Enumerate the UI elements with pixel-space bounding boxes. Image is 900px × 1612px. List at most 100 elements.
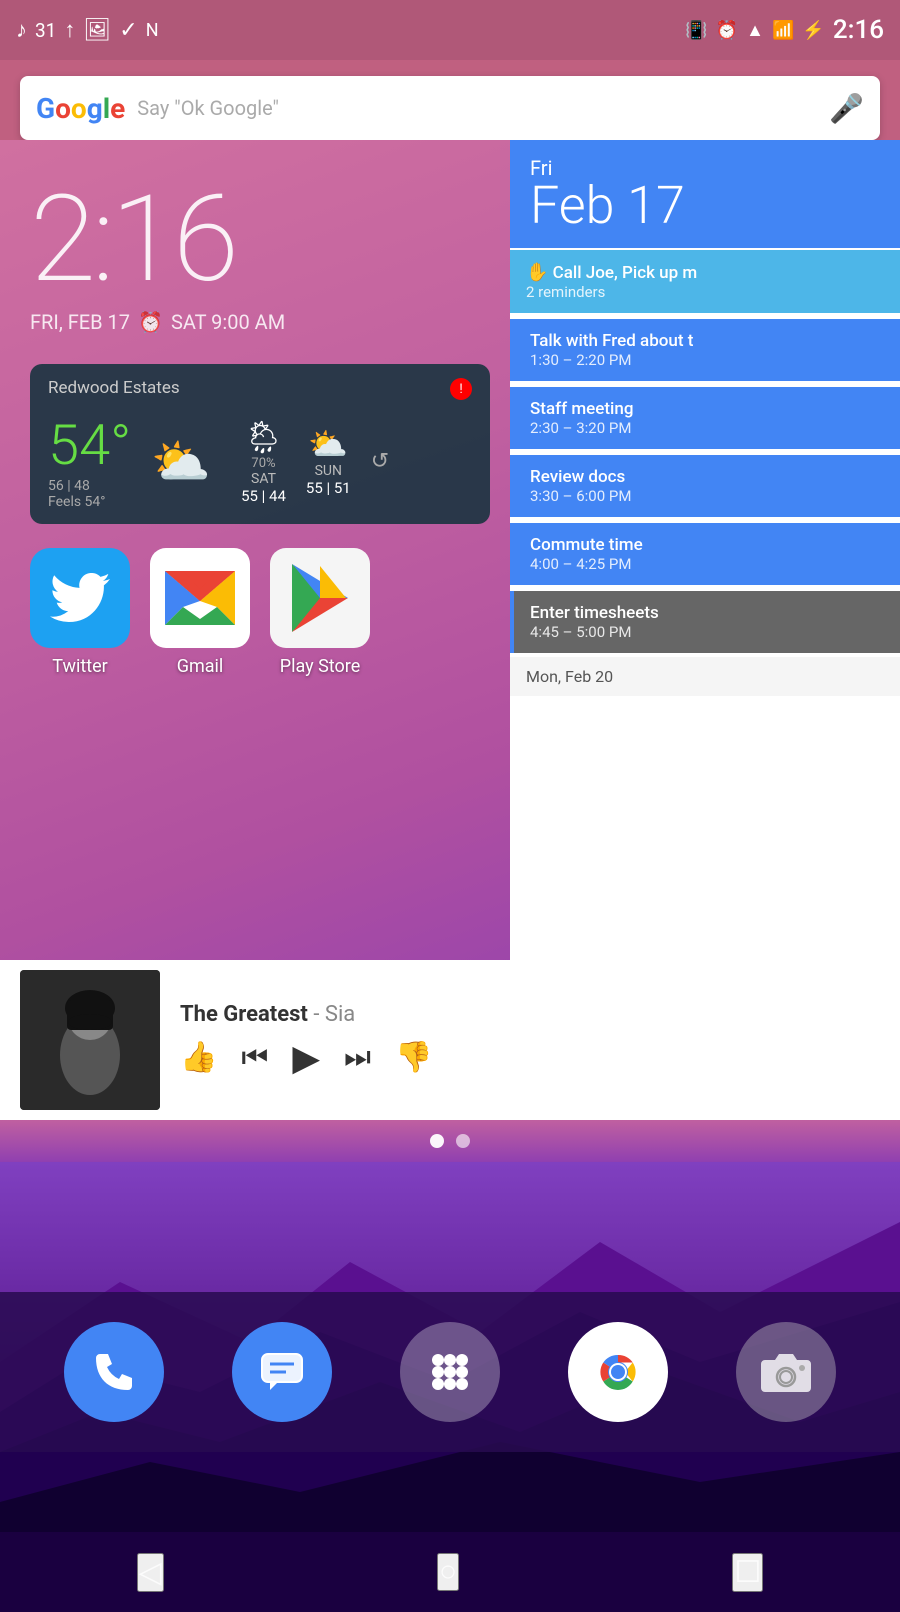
sat-temps: 55 | 44 — [241, 487, 286, 505]
gmail-app[interactable]: Gmail — [150, 548, 250, 677]
page-dot-2 — [456, 1134, 470, 1148]
bottom-section — [0, 1162, 900, 1532]
upload-icon: ↑ — [64, 17, 75, 43]
cal-event-2-time: 2:30 – 3:20 PM — [530, 419, 884, 437]
thumbs-up-button[interactable]: 👍 — [180, 1040, 217, 1075]
status-icons-left: ♪ 31 ↑ 🖼 ✓ N — [16, 17, 159, 43]
alarm-clock-icon: ⏰ — [138, 310, 163, 334]
dock-messages-button[interactable] — [232, 1322, 332, 1422]
cal-event-5-title: Enter timesheets — [530, 603, 884, 623]
main-area: 2:16 FRI, FEB 17 ⏰ SAT 9:00 AM Redwood E… — [0, 140, 900, 960]
cal-event-4[interactable]: Commute time 4:00 – 4:25 PM — [510, 523, 900, 585]
album-art-image — [20, 970, 160, 1110]
playstore-label: Play Store — [280, 656, 361, 677]
music-title: The Greatest — [180, 1002, 308, 1027]
weather-hilo: 56 | 48 — [48, 478, 131, 494]
cal-event-3-time: 3:30 – 6:00 PM — [530, 487, 884, 505]
dock-apps-button[interactable] — [400, 1322, 500, 1422]
gmail-icon[interactable] — [150, 548, 250, 648]
cal-event-5-time: 4:45 – 5:00 PM — [530, 623, 884, 641]
cal-event-2-title: Staff meeting — [530, 399, 884, 419]
recents-button[interactable]: ☐ — [732, 1553, 763, 1592]
left-panel: 2:16 FRI, FEB 17 ⏰ SAT 9:00 AM Redwood E… — [0, 140, 510, 960]
calendar-header: Fri Feb 17 — [510, 140, 900, 248]
search-bar[interactable]: Google Say "Ok Google" 🎤 — [20, 76, 880, 140]
cal-event-0-title: ✋ Call Joe, Pick up m — [526, 262, 884, 283]
sun-temps: 55 | 51 — [306, 479, 351, 497]
play-button[interactable]: ▶ — [292, 1037, 320, 1079]
task-icon: ✓ — [119, 18, 137, 43]
status-bar: ♪ 31 ↑ 🖼 ✓ N 📳 ⏰ ▲ 📶 ⚡ 2:16 — [0, 0, 900, 60]
dock-chrome-button[interactable] — [568, 1322, 668, 1422]
calendar-icon: 31 — [35, 19, 56, 42]
dock — [0, 1292, 900, 1452]
weather-alert-badge: ! — [450, 378, 472, 400]
next-track-button[interactable]: ⏭ — [344, 1041, 371, 1075]
today-weather-icon: ⛅ — [151, 433, 211, 490]
sat-percent: 70% — [241, 456, 286, 471]
music-dash: - — [313, 1002, 325, 1027]
alarm-icon: ⏰ — [716, 20, 738, 41]
cal-event-4-time: 4:00 – 4:25 PM — [530, 555, 884, 573]
calendar-panel: Fri Feb 17 ✋ Call Joe, Pick up m 2 remin… — [510, 140, 900, 960]
music-controls: 👍 ⏮ ▶ ⏭ 👎 — [180, 1037, 880, 1079]
music-icon: ♪ — [16, 17, 27, 43]
cal-event-0[interactable]: ✋ Call Joe, Pick up m 2 reminders — [510, 250, 900, 313]
alarm-text: SAT 9:00 AM — [171, 310, 285, 334]
app-row: Twitter Gmail — [30, 548, 490, 677]
cal-next-label: Mon, Feb 20 — [510, 657, 900, 696]
prev-track-button[interactable]: ⏮ — [241, 1041, 268, 1075]
sat-label: SAT — [241, 471, 286, 487]
cal-event-2[interactable]: Staff meeting 2:30 – 3:20 PM — [510, 387, 900, 449]
cal-date: Feb 17 — [530, 180, 880, 232]
playstore-app[interactable]: Play Store — [270, 548, 370, 677]
wifi-icon: ▲ — [746, 20, 764, 41]
nav-bar: ◁ ○ ☐ — [0, 1532, 900, 1612]
cal-event-4-title: Commute time — [530, 535, 884, 555]
search-placeholder: Say "Ok Google" — [137, 96, 829, 120]
signal-icon: N — [146, 20, 159, 41]
status-time: 2:16 — [833, 15, 884, 45]
weather-widget: Redwood Estates ! 54° 56 | 48 Feels 54° … — [30, 364, 490, 524]
home-button[interactable]: ○ — [437, 1553, 459, 1591]
refresh-icon[interactable]: ↺ — [371, 449, 389, 474]
twitter-icon[interactable] — [30, 548, 130, 648]
thumbs-down-button[interactable]: 👎 — [395, 1040, 432, 1075]
music-artist: Sia — [325, 1002, 355, 1027]
music-player: The Greatest - Sia 👍 ⏮ ▶ ⏭ 👎 — [0, 960, 900, 1120]
date-line: FRI, FEB 17 ⏰ SAT 9:00 AM — [30, 310, 490, 334]
status-icons-right: 📳 ⏰ ▲ 📶 ⚡ 2:16 — [685, 15, 884, 45]
weather-location: Redwood Estates — [48, 378, 450, 398]
signal-off-icon: 📶 — [772, 20, 794, 41]
dock-camera-button[interactable] — [736, 1322, 836, 1422]
playstore-icon[interactable] — [270, 548, 370, 648]
dock-phone-button[interactable] — [64, 1322, 164, 1422]
cal-event-5[interactable]: Enter timesheets 4:45 – 5:00 PM — [510, 591, 900, 653]
cal-event-0-subtitle: 2 reminders — [526, 283, 884, 301]
sat-icon: 🌦 — [241, 418, 286, 456]
gmail-label: Gmail — [177, 656, 224, 677]
sun-icon: ⛅ — [306, 425, 351, 463]
back-button[interactable]: ◁ — [137, 1553, 164, 1592]
music-album-art — [20, 970, 160, 1110]
clock-display: 2:16 — [30, 180, 490, 300]
page-dot-1 — [430, 1134, 444, 1148]
cal-event-3[interactable]: Review docs 3:30 – 6:00 PM — [510, 455, 900, 517]
weather-sat: 🌦 70% SAT 55 | 44 — [241, 418, 286, 505]
cal-event-3-title: Review docs — [530, 467, 884, 487]
music-info: The Greatest - Sia 👍 ⏮ ▶ ⏭ 👎 — [180, 1002, 880, 1079]
twitter-app[interactable]: Twitter — [30, 548, 130, 677]
sun-label: SUN — [306, 463, 351, 479]
cal-event-1-time: 1:30 – 2:20 PM — [530, 351, 884, 369]
date-text: FRI, FEB 17 — [30, 310, 130, 334]
music-section: The Greatest - Sia 👍 ⏮ ▶ ⏭ 👎 — [0, 960, 900, 1162]
google-logo: Google — [36, 92, 125, 125]
twitter-label: Twitter — [52, 656, 108, 677]
vibrate-icon: 📳 — [685, 20, 707, 41]
cal-event-1[interactable]: Talk with Fred about t 1:30 – 2:20 PM — [510, 319, 900, 381]
mic-icon[interactable]: 🎤 — [829, 92, 864, 125]
image-icon: 🖼 — [83, 18, 111, 43]
cal-event-1-title: Talk with Fred about t — [530, 331, 884, 351]
weather-sun: ⛅ SUN 55 | 51 — [306, 425, 351, 497]
music-now-playing: The Greatest - Sia — [180, 1002, 880, 1027]
